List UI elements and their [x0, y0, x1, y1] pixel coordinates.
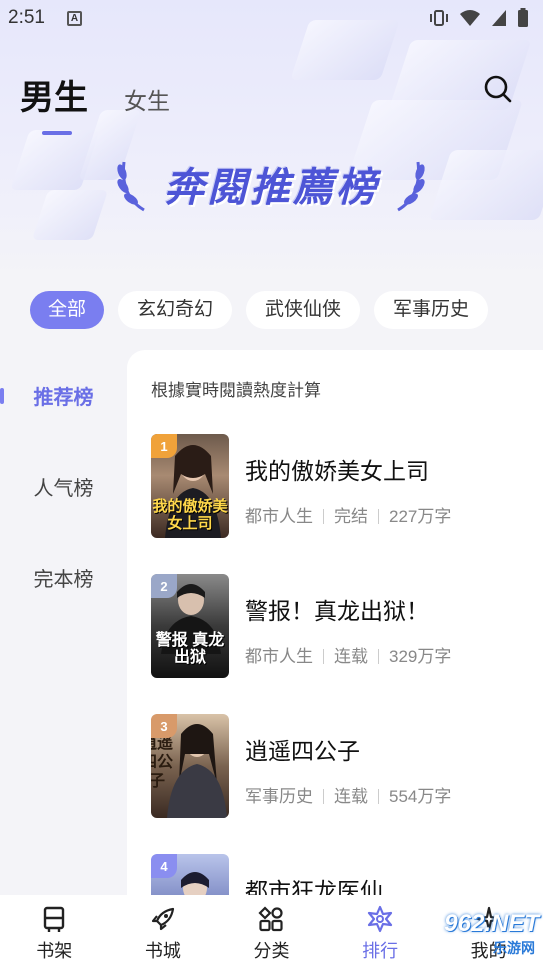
book-cover: 逍遥四公子 3: [151, 714, 229, 818]
gender-tabs: 男生 女生: [20, 70, 170, 135]
book-title: 我的傲娇美女上司: [245, 458, 429, 484]
book-words: 329万字: [389, 647, 452, 666]
book-item[interactable]: 逍遥四公子 3 逍遥四公子 军事历史 连载 554万字: [151, 714, 531, 818]
book-item[interactable]: 我的傲娇美女上司 1 我的傲娇美女上司 都市人生 完结 227万字: [151, 434, 531, 538]
category-icon: [258, 906, 284, 932]
cover-title: 我的傲娇美女上司: [152, 498, 228, 532]
nav-label: 书架: [36, 941, 73, 961]
nav-category[interactable]: 分类: [217, 895, 326, 965]
ranking-panel: 根據實時閱讀熱度計算 我的傲娇美女上司 1 我的傲娇美女上司 都市人生 完结 227…: [127, 350, 543, 895]
rank-badge: 3: [151, 714, 177, 738]
nav-ranking[interactable]: 排行: [326, 895, 435, 965]
cover-title: 警报 真龙出狱: [155, 632, 225, 666]
chip-fantasy[interactable]: 玄幻奇幻: [118, 291, 233, 329]
book-cover: 4: [151, 854, 229, 895]
chip-military-history[interactable]: 军事历史: [374, 291, 489, 329]
book-cover: 警报 真龙出狱 2: [151, 574, 229, 678]
book-item[interactable]: 4 都市狂龙医仙: [151, 854, 531, 895]
status-time: 2:51: [8, 7, 45, 28]
ranking-star-icon: [367, 905, 393, 933]
tab-female[interactable]: 女生: [124, 82, 170, 119]
rank-badge: 1: [151, 434, 177, 458]
search-icon[interactable]: [483, 74, 513, 104]
book-title: 逍遥四公子: [245, 738, 360, 764]
side-item-recommend[interactable]: 推荐榜: [0, 350, 127, 441]
chip-all[interactable]: 全部: [30, 291, 105, 329]
ranking-note: 根據實時閱讀熱度計算: [151, 381, 321, 400]
rank-badge: 4: [151, 854, 177, 878]
book-title: 警报！真龙出狱！: [245, 598, 429, 624]
book-words: 227万字: [389, 507, 452, 526]
book-meta: 军事历史 连载 554万字: [245, 782, 451, 807]
nav-bookstore[interactable]: 书城: [109, 895, 218, 965]
nav-label: 排行: [362, 941, 399, 961]
signal-icon: [492, 10, 506, 26]
wifi-icon: [460, 10, 480, 26]
rocket-icon: [151, 907, 174, 931]
right-laurel-icon: [397, 161, 425, 212]
chip-wuxia[interactable]: 武侠仙侠: [246, 291, 361, 329]
book-status: 连载: [334, 647, 368, 666]
book-cover: 我的傲娇美女上司 1: [151, 434, 229, 538]
a-icon: A: [66, 10, 82, 26]
book-genre: 都市人生: [245, 507, 313, 526]
book-item[interactable]: 警报 真龙出狱 2 警报！真龙出狱！ 都市人生 连载 329万字: [151, 574, 531, 678]
book-words: 554万字: [389, 787, 452, 806]
category-chips: 全部 玄幻奇幻 武侠仙侠 军事历史: [30, 291, 489, 329]
battery-icon: [518, 8, 528, 27]
banner-title: 奔閱推薦榜: [164, 166, 379, 210]
book-meta: 都市人生 完结 227万字: [245, 502, 451, 527]
nav-label: 书城: [144, 941, 181, 961]
book-genre: 军事历史: [245, 787, 313, 806]
status-bar: 2:51 A: [0, 0, 543, 36]
tab-male[interactable]: 男生: [20, 70, 88, 135]
book-meta: 都市人生 连载 329万字: [245, 642, 451, 667]
book-status: 完结: [334, 507, 368, 526]
book-title: 都市狂龙医仙: [245, 878, 383, 895]
side-item-popular[interactable]: 人气榜: [0, 441, 127, 532]
side-item-completed[interactable]: 完本榜: [0, 532, 127, 623]
book-status: 连载: [334, 787, 368, 806]
nav-label: 分类: [253, 941, 290, 961]
watermark-sub: 乐游网: [493, 940, 535, 956]
watermark-logo: 962.NET: [444, 910, 539, 937]
book-genre: 都市人生: [245, 647, 313, 666]
rank-badge: 2: [151, 574, 177, 598]
ranking-side-menu: 推荐榜 人气榜 完本榜: [0, 350, 127, 623]
cover-title: 逍遥四公子: [151, 735, 173, 790]
bookshelf-icon: [44, 906, 65, 932]
nav-bookshelf[interactable]: 书架: [0, 895, 109, 965]
header-background: [0, 0, 543, 280]
vibrate-icon: [430, 10, 448, 26]
